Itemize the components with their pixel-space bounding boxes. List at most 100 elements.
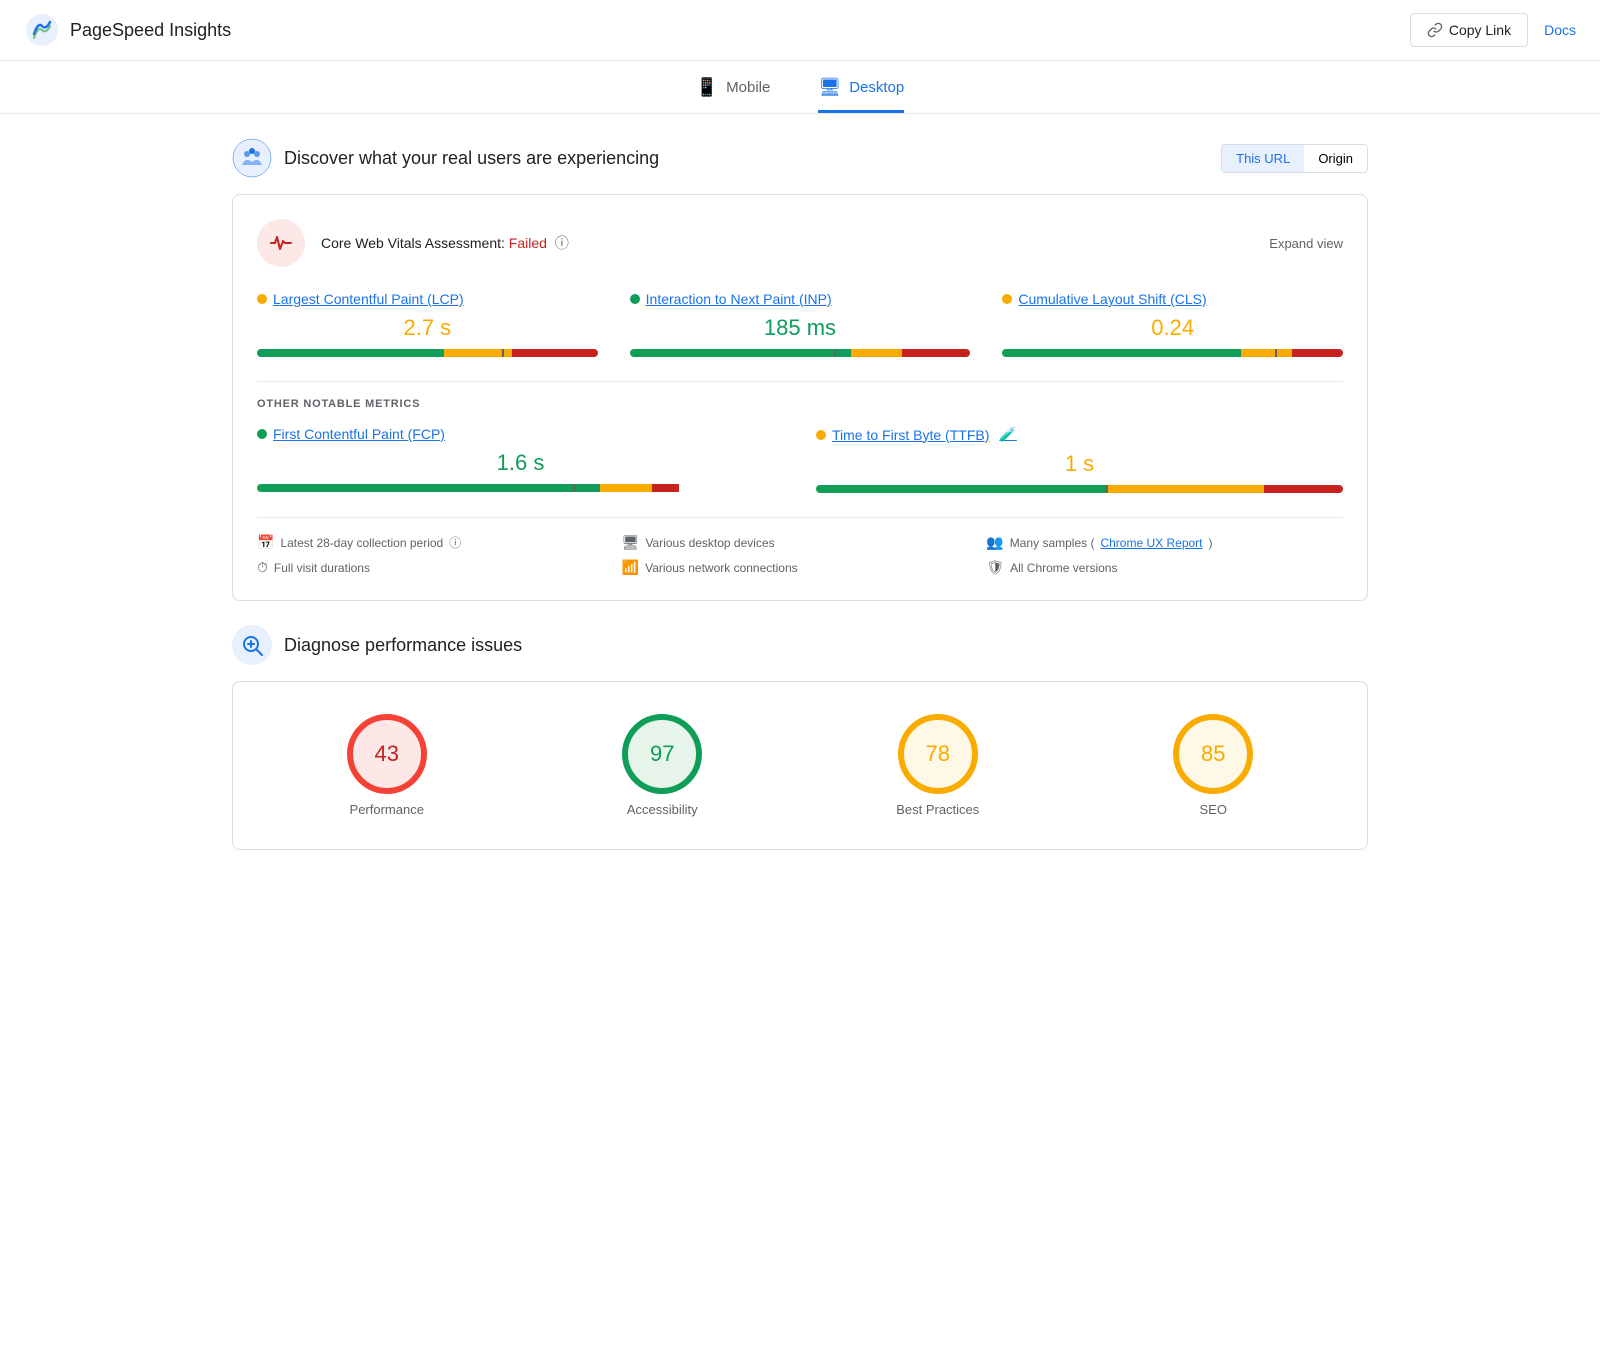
- best-practices-label: Best Practices: [896, 802, 979, 817]
- inp-bar-green: [630, 349, 851, 357]
- footer-notes-row2: ⏱ Full visit durations 📶 Various network…: [257, 559, 1343, 576]
- lcp-value: 2.7 s: [257, 315, 598, 341]
- score-seo: 85 SEO: [1084, 714, 1344, 817]
- fcp-metric: First Contentful Paint (FCP) 1.6 s: [257, 426, 784, 493]
- tab-bar: 📱 Mobile 🖥 Desktop: [0, 61, 1600, 114]
- lcp-label[interactable]: Largest Contentful Paint (LCP): [257, 291, 598, 307]
- calendar-icon: 📅: [257, 534, 274, 551]
- accessibility-circle: 97: [622, 714, 702, 794]
- inp-bar: [630, 349, 971, 357]
- ttfb-dot: [816, 430, 826, 440]
- desktop-tab-label: Desktop: [849, 79, 904, 96]
- diagnose-card: 43 Performance 97 Accessibility 78 Best …: [232, 681, 1368, 850]
- lcp-bar-red: [512, 349, 597, 357]
- fcp-value: 1.6 s: [257, 450, 784, 476]
- ttfb-bar-green: [816, 485, 1106, 493]
- expand-view-button[interactable]: Expand view: [1269, 236, 1343, 251]
- fcp-bar-green: [257, 484, 600, 492]
- lcp-metric: Largest Contentful Paint (LCP) 2.7 s: [257, 291, 598, 357]
- cls-bar-green: [1002, 349, 1240, 357]
- origin-button[interactable]: Origin: [1304, 145, 1367, 172]
- header-actions: Copy Link Docs: [1410, 13, 1576, 47]
- real-users-title-area: Discover what your real users are experi…: [232, 138, 659, 178]
- seo-value: 85: [1201, 741, 1225, 767]
- inp-bar-orange: [851, 349, 902, 357]
- cls-label[interactable]: Cumulative Layout Shift (CLS): [1002, 291, 1343, 307]
- footer-note-chrome-text: All Chrome versions: [1010, 561, 1117, 575]
- cwv-title-text: Core Web Vitals Assessment: Failed ⓘ: [321, 233, 569, 253]
- lab-flask-icon: 🧪: [999, 426, 1016, 443]
- docs-link[interactable]: Docs: [1544, 22, 1576, 38]
- score-accessibility: 97 Accessibility: [533, 714, 793, 817]
- footer-note-network: 📶 Various network connections: [622, 559, 979, 576]
- this-url-button[interactable]: This URL: [1222, 145, 1304, 172]
- desktop-icon: 🖥: [818, 77, 841, 98]
- fcp-bar-orange: [600, 484, 653, 492]
- ttfb-bar-orange: [1106, 485, 1264, 493]
- footer-note-visit: ⏱ Full visit durations: [257, 559, 614, 576]
- mobile-icon: 📱: [696, 77, 718, 98]
- fcp-label-text: First Contentful Paint (FCP): [273, 426, 445, 442]
- network-icon: 📶: [622, 559, 639, 576]
- real-users-icon: [232, 138, 272, 178]
- footer-note-visit-text: Full visit durations: [274, 561, 370, 575]
- tab-mobile[interactable]: 📱 Mobile: [696, 77, 771, 113]
- copy-link-button[interactable]: Copy Link: [1410, 13, 1528, 47]
- inp-metric: Interaction to Next Paint (INP) 185 ms: [630, 291, 971, 357]
- timer-icon: ⏱: [257, 559, 268, 576]
- ttfb-value: 1 s: [816, 451, 1343, 477]
- footer-note-samples: 👥 Many samples ( Chrome UX Report ): [986, 534, 1343, 551]
- ttfb-marker: [1106, 485, 1108, 493]
- chrome-ux-report-link[interactable]: Chrome UX Report: [1100, 536, 1202, 550]
- footer-note-collection: 📅 Latest 28-day collection period ⓘ: [257, 534, 614, 551]
- footer-note-devices: 🖥 Various desktop devices: [622, 534, 979, 551]
- fcp-label[interactable]: First Contentful Paint (FCP): [257, 426, 784, 442]
- best-practices-circle: 78: [898, 714, 978, 794]
- divider-1: [257, 381, 1343, 382]
- lcp-bar-green: [257, 349, 444, 357]
- main-content: Discover what your real users are experi…: [200, 114, 1400, 898]
- cls-value: 0.24: [1002, 315, 1343, 341]
- app-header: PageSpeed Insights Copy Link Docs: [0, 0, 1600, 61]
- best-practices-value: 78: [926, 741, 950, 767]
- lcp-bar: [257, 349, 598, 357]
- footer-note-network-text: Various network connections: [645, 561, 798, 575]
- notable-metrics-label: OTHER NOTABLE METRICS: [257, 398, 1343, 410]
- cls-marker: [1275, 349, 1277, 357]
- cwv-header: Core Web Vitals Assessment: Failed ⓘ Exp…: [257, 219, 1343, 267]
- magnify-icon: [240, 633, 264, 657]
- notable-metrics-grid: First Contentful Paint (FCP) 1.6 s Time …: [257, 426, 1343, 493]
- fcp-bar: [257, 484, 784, 492]
- performance-value: 43: [375, 741, 399, 767]
- inp-bar-red: [902, 349, 970, 357]
- desktop-devices-icon: 🖥: [622, 534, 640, 551]
- cwv-icon: [257, 219, 305, 267]
- footer-notes-row1: 📅 Latest 28-day collection period ⓘ 🖥 Va…: [257, 534, 1343, 551]
- fcp-bar-red: [652, 484, 678, 492]
- pagespeed-logo: [24, 12, 60, 48]
- diagnose-header: Diagnose performance issues: [232, 625, 1368, 665]
- diagnose-icon-wrap: [232, 625, 272, 665]
- accessibility-label: Accessibility: [627, 802, 698, 817]
- collection-help-icon[interactable]: ⓘ: [449, 534, 461, 551]
- inp-label[interactable]: Interaction to Next Paint (INP): [630, 291, 971, 307]
- cwv-help-icon[interactable]: ⓘ: [555, 235, 569, 251]
- diagnose-title: Diagnose performance issues: [284, 635, 522, 656]
- cls-bar: [1002, 349, 1343, 357]
- cls-dot: [1002, 294, 1012, 304]
- heartbeat-icon: [267, 229, 295, 257]
- app-title: PageSpeed Insights: [70, 20, 231, 41]
- accessibility-value: 97: [650, 741, 674, 767]
- users-icon: 👥: [986, 534, 1003, 551]
- seo-circle: 85: [1173, 714, 1253, 794]
- footer-note-samples-close: ): [1209, 536, 1213, 550]
- ttfb-label[interactable]: Time to First Byte (TTFB) 🧪: [816, 426, 1343, 443]
- seo-label: SEO: [1200, 802, 1227, 817]
- footer-note-samples-text: Many samples (: [1010, 536, 1095, 550]
- lcp-dot: [257, 294, 267, 304]
- ttfb-metric: Time to First Byte (TTFB) 🧪 1 s: [816, 426, 1343, 493]
- tab-desktop[interactable]: 🖥 Desktop: [818, 77, 904, 113]
- cwv-status: Failed: [509, 235, 547, 251]
- lcp-label-text: Largest Contentful Paint (LCP): [273, 291, 464, 307]
- inp-label-text: Interaction to Next Paint (INP): [646, 291, 832, 307]
